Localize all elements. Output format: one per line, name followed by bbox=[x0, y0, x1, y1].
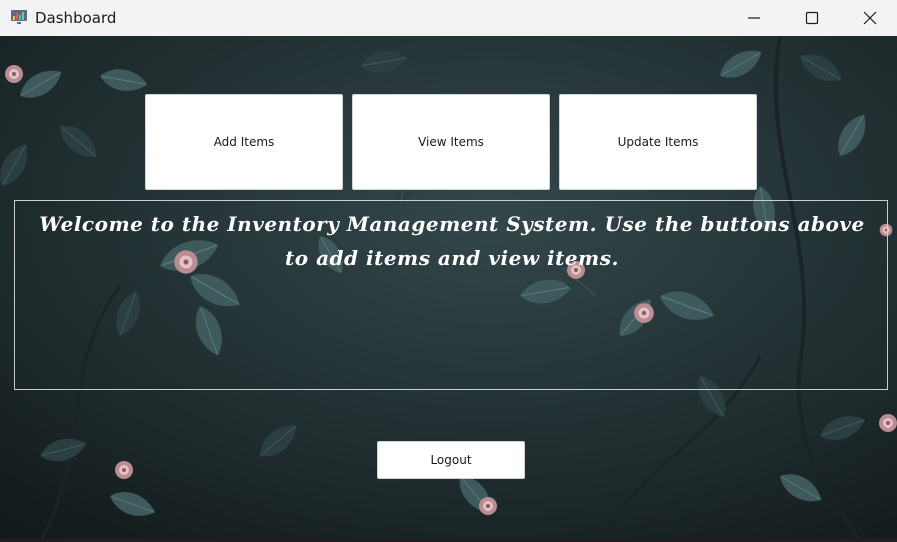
dashboard-app-icon bbox=[11, 10, 27, 24]
logout-button[interactable]: Logout bbox=[377, 441, 525, 479]
minimize-button[interactable] bbox=[725, 0, 783, 36]
title-bar[interactable]: Dashboard bbox=[0, 0, 897, 37]
minimize-icon bbox=[748, 17, 760, 19]
welcome-panel: Welcome to the Inventory Management Syst… bbox=[14, 200, 888, 390]
dashboard-window: Dashboard Add Items View Items Update It… bbox=[0, 0, 897, 542]
window-bottom-edge bbox=[0, 538, 897, 542]
close-button[interactable] bbox=[841, 0, 897, 36]
dashboard-content: Add Items View Items Update Items Welcom… bbox=[0, 36, 897, 542]
welcome-message: Welcome to the Inventory Management Syst… bbox=[39, 212, 865, 270]
maximize-icon bbox=[805, 11, 819, 25]
window-title: Dashboard bbox=[35, 9, 117, 27]
update-items-button[interactable]: Update Items bbox=[559, 94, 757, 190]
add-items-button[interactable]: Add Items bbox=[145, 94, 343, 190]
view-items-button[interactable]: View Items bbox=[352, 94, 550, 190]
maximize-button[interactable] bbox=[783, 0, 841, 36]
close-icon bbox=[863, 11, 877, 25]
